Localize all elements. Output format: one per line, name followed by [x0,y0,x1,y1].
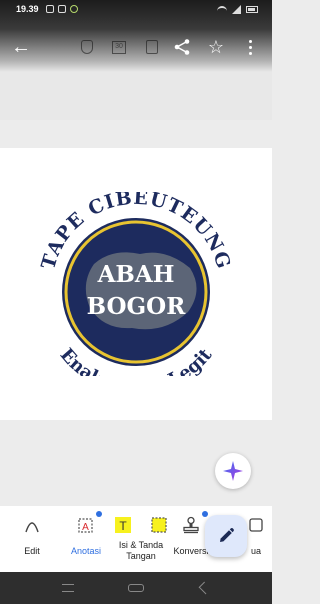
new-badge [202,511,208,517]
more-tools-icon [249,518,263,532]
tool-fill-sign[interactable]: T Isi & Tanda Tangan [112,514,170,562]
document-icon[interactable] [143,36,161,58]
more-vertical-icon[interactable] [242,36,258,58]
tool-fill-sign-label: Isi & Tanda Tangan [118,540,164,561]
annotation-icon: A [78,518,93,533]
ai-assistant-button[interactable] [215,453,251,489]
edit-arch-icon [25,522,39,533]
wifi-icon [217,5,227,14]
star-icon[interactable]: ☆ [206,36,226,58]
pdf-page[interactable]: TAPE CIBEUTEUNG ABAH BOGOR Enak,Manis,Le… [0,148,272,420]
notification-icon [58,5,66,13]
recent-apps-icon[interactable] [62,584,74,592]
shield-icon[interactable] [78,36,96,58]
fill-sign-icon [151,517,167,533]
notification-icons [46,5,78,13]
tool-annotation[interactable]: A Anotasi [64,511,108,557]
sparkle-icon [223,461,243,481]
share-icon[interactable] [172,36,192,58]
logo-line-1: ABAH [97,261,175,288]
tool-edit-label: Edit [24,546,40,556]
svg-text:A: A [82,522,89,533]
calendar-icon[interactable]: 30 [110,36,128,58]
svg-text:T: T [119,519,127,533]
tool-annotation-label: Anotasi [70,546,102,556]
top-overlay: 19.39 ← 30 ☆ [0,0,272,72]
status-time: 19.39 [16,4,39,14]
pencil-icon [220,527,234,542]
nav-back-icon[interactable] [198,581,212,595]
logo-image: TAPE CIBEUTEUNG ABAH BOGOR Enak,Manis,Le… [37,192,234,376]
text-highlight-icon: T [115,517,131,533]
edit-fab-button[interactable] [205,515,247,557]
app-bar: ← 30 ☆ [0,34,272,60]
system-icons [217,5,258,14]
new-badge [96,511,102,517]
home-icon[interactable] [128,584,144,592]
logo-line-2: BOGOR [87,293,187,320]
signal-icon [232,5,241,14]
stamp-icon [183,516,199,534]
system-nav-bar [0,572,272,604]
back-arrow-icon[interactable]: ← [10,36,32,58]
tool-edit[interactable]: Edit [14,514,50,557]
status-bar: 19.39 [0,4,272,18]
calendar-day: 30 [112,40,126,54]
notification-icon [70,5,78,13]
battery-icon [246,6,258,13]
notification-icon [46,5,54,13]
